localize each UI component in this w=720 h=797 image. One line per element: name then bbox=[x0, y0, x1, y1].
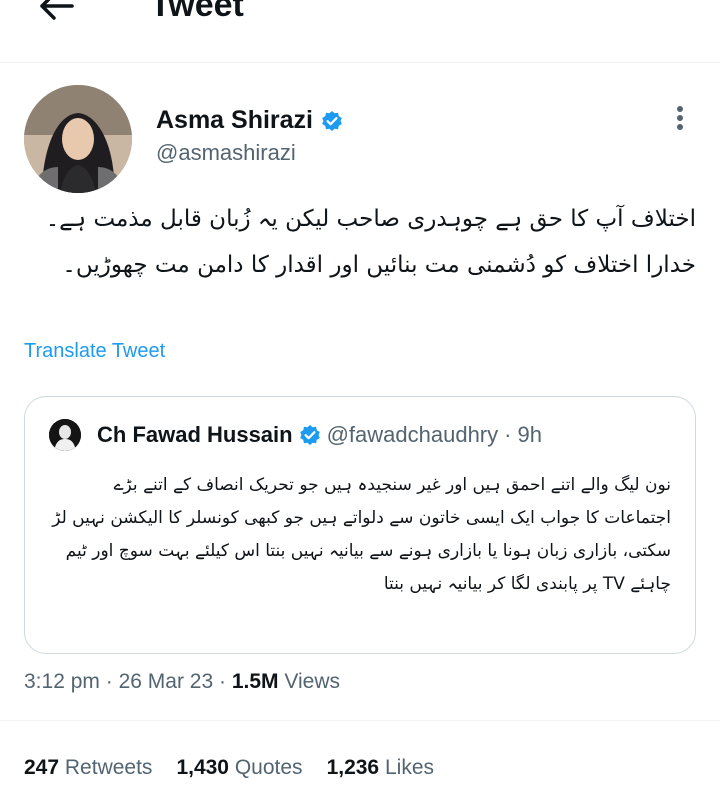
top-bar: Tweet bbox=[0, 0, 720, 62]
quotes-count: 1,430 bbox=[176, 756, 229, 779]
views-count: 1.5M bbox=[231, 670, 279, 693]
author-name-row[interactable]: Asma Shirazi bbox=[156, 106, 343, 135]
page-title: Tweet bbox=[150, 0, 244, 24]
quoted-avatar bbox=[49, 419, 81, 451]
meta-divider bbox=[0, 720, 720, 721]
retweets-label: Retweets bbox=[64, 756, 153, 779]
more-vertical-icon[interactable] bbox=[668, 104, 692, 132]
quoted-tweet[interactable]: Ch Fawad Hussain @fawadchaudhry · 9h نون… bbox=[24, 396, 696, 654]
tweet-time[interactable]: 3:12 pm bbox=[24, 670, 100, 693]
quoted-tweet-text: نون لیگ والے اتنے احمق ہیں اور غیر سنجید… bbox=[52, 475, 671, 594]
tweet-date[interactable]: 26 Mar 23 bbox=[119, 670, 214, 693]
tweet-meta: 3:12 pm · 26 Mar 23 · 1.5M Views bbox=[24, 670, 340, 694]
author-handle[interactable]: @asmashirazi bbox=[156, 140, 296, 166]
quotes-stat[interactable]: 1,430 Quotes bbox=[176, 756, 302, 780]
quoted-author-name[interactable]: Ch Fawad Hussain bbox=[97, 422, 293, 448]
likes-count: 1,236 bbox=[326, 756, 380, 779]
likes-stat[interactable]: 1,236 Likes bbox=[327, 756, 434, 780]
author-name[interactable]: Asma Shirazi bbox=[156, 106, 313, 135]
quoted-author-handle[interactable]: @fawadchaudhry bbox=[327, 422, 499, 448]
arrow-left-icon[interactable] bbox=[36, 0, 76, 26]
views-label: Views bbox=[284, 670, 340, 693]
quotes-label: Quotes bbox=[234, 756, 303, 779]
quoted-separator: · bbox=[504, 422, 512, 447]
tweet-text: اختلاف آپ کا حق ہے چوہدری صاحب لیکن یہ ز… bbox=[45, 206, 696, 278]
meta-separator: · bbox=[218, 670, 226, 693]
verified-badge-icon bbox=[322, 110, 342, 131]
quoted-time[interactable]: 9h bbox=[517, 422, 541, 448]
meta-separator: · bbox=[105, 670, 113, 693]
quoted-header: Ch Fawad Hussain @fawadchaudhry · 9h bbox=[97, 422, 542, 448]
retweets-stat[interactable]: 247 Retweets bbox=[24, 756, 152, 780]
header-divider bbox=[0, 62, 720, 63]
quoted-avatar-image bbox=[49, 419, 81, 451]
likes-label: Likes bbox=[384, 756, 434, 779]
avatar[interactable] bbox=[24, 85, 132, 193]
verified-badge-icon bbox=[299, 425, 320, 445]
translate-tweet-link[interactable]: Translate Tweet bbox=[24, 340, 165, 363]
avatar-image bbox=[24, 85, 132, 193]
engagement-stats: 247 Retweets 1,430 Quotes 1,236 Likes bbox=[24, 756, 434, 780]
retweets-count: 247 bbox=[24, 756, 60, 779]
